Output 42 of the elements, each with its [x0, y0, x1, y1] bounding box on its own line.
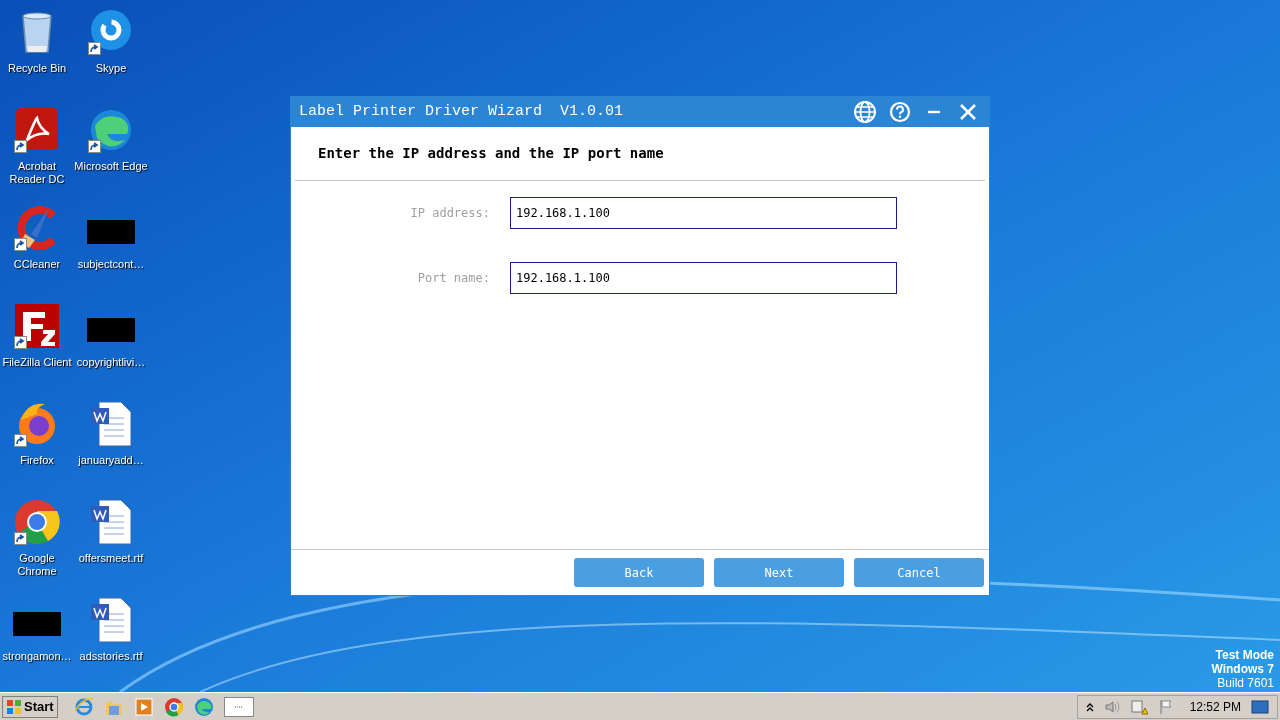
fz-logo-icon[interactable] [13, 302, 61, 350]
media-player-icon[interactable] [133, 696, 154, 717]
desktop-icon-label[interactable]: strongamon… [0, 650, 74, 663]
desktop-icon-label[interactable]: copyrightlivi… [74, 356, 148, 369]
flag-icon[interactable] [1157, 698, 1174, 715]
start-button[interactable]: Start [2, 695, 58, 718]
wizard-button[interactable]: Cancel [854, 558, 984, 587]
desktop-icon-label[interactable]: Recycle Bin [0, 62, 74, 75]
system-watermark-text: Test Mode [1215, 648, 1274, 662]
windows-logo-icon [6, 698, 22, 715]
window-title: Label Printer Driver Wizard V1.0.01 [299, 101, 624, 122]
window-thumbnail-icon[interactable] [223, 696, 254, 717]
input-field[interactable]: 192.168.1.100 [510, 262, 897, 294]
chevron-up-icon[interactable] [1085, 701, 1094, 712]
desktop-icon-label[interactable]: januaryadd… [74, 454, 148, 467]
wizard-button[interactable]: Back [574, 558, 704, 587]
speaker-icon[interactable] [1103, 699, 1120, 714]
page-heading: Enter the IP address and the IP port name [318, 144, 664, 163]
desktop-icon-label[interactable]: subjectcont… [74, 258, 148, 271]
desktop-icon-label[interactable]: Microsoft Edge [74, 160, 148, 173]
input-field[interactable]: 192.168.1.100 [510, 197, 897, 229]
desktop-icon-label[interactable]: CCleaner [0, 258, 74, 271]
clock[interactable]: 12:52 PM [1189, 697, 1241, 716]
wizard-button[interactable]: Next [714, 558, 844, 587]
field-label: Port name: [416, 270, 491, 287]
field-label: IP address: [409, 205, 491, 222]
desktop-icon-label[interactable]: Skype [74, 62, 148, 75]
desktop-icon-label[interactable]: Google Chrome [0, 552, 74, 578]
help-icon[interactable] [889, 101, 911, 123]
chrome-logo-icon[interactable] [13, 498, 61, 546]
network-warning-icon[interactable] [1129, 698, 1148, 715]
desktop-icon-label[interactable]: Acrobat Reader DC [0, 160, 74, 186]
show-desktop-icon[interactable] [1251, 699, 1269, 714]
system-watermark-text: Windows 7 [1211, 662, 1274, 676]
desktop-icon-label[interactable]: FileZilla Client [0, 356, 74, 369]
globe-icon[interactable] [853, 100, 877, 124]
desktop-icon-label[interactable]: offersmeet.rtf [74, 552, 148, 565]
browser-e-icon[interactable] [73, 696, 94, 717]
system-watermark-text: Build 7601 [1217, 676, 1274, 690]
chrome-logo-icon[interactable] [163, 696, 184, 717]
desktop-icon-label[interactable]: adsstories.rtf [74, 650, 148, 663]
desktop-icon-label[interactable]: Firefox [0, 454, 74, 467]
